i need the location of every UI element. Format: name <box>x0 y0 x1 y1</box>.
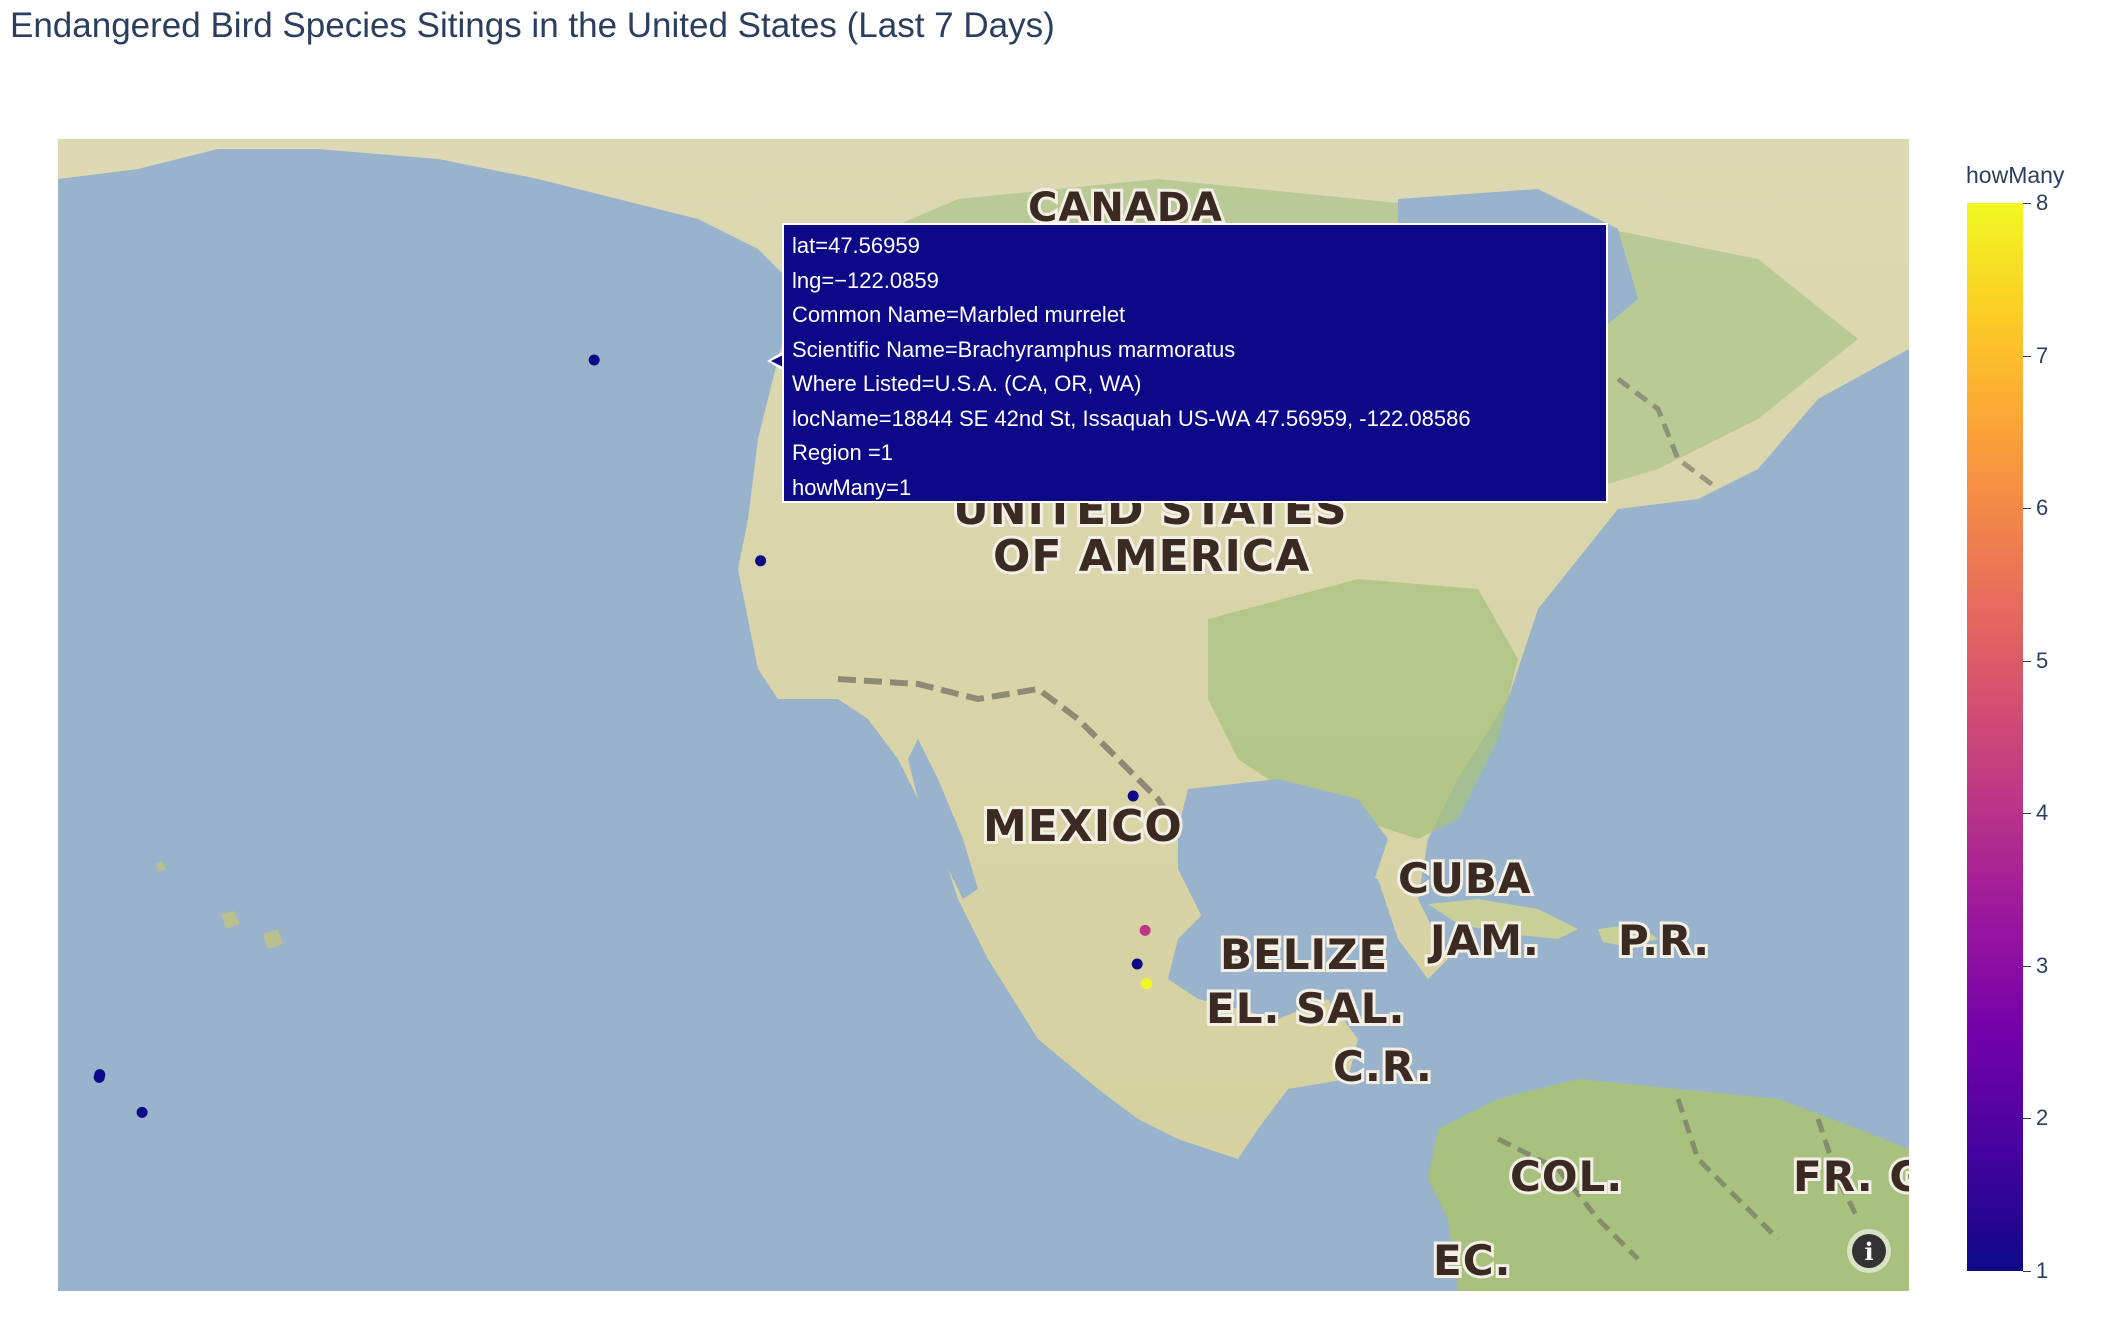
tooltip-common-name: Common Name=Marbled murrelet <box>792 302 1126 327</box>
sighting-point[interactable] <box>1127 790 1139 802</box>
colorbar-tick-label: 1 <box>2036 1258 2049 1283</box>
label-belize: BELIZE <box>1220 930 1388 979</box>
sighting-point[interactable] <box>93 1071 105 1083</box>
colorbar <box>1967 203 2023 1271</box>
colorbar-tick-label: 6 <box>2036 495 2049 521</box>
tooltip-locname: locName=18844 SE 42nd St, Issaquah US-WA… <box>792 405 1471 431</box>
label-mexico: MEXICO <box>983 801 1183 852</box>
sighting-point[interactable] <box>588 354 600 366</box>
tooltip-scientific-name: Scientific Name=Brachyramphus marmoratus <box>792 336 1236 362</box>
label-jamaica: JAM. <box>1427 916 1540 965</box>
label-ecuador: EC. <box>1433 1236 1511 1285</box>
colorbar-tick-label: 4 <box>2036 800 2049 826</box>
colorbar-tick-mark <box>2023 1271 2031 1272</box>
colorbar-tick-label: 8 <box>2036 190 2049 215</box>
sighting-point[interactable] <box>136 1106 148 1118</box>
colorbar-tick-mark <box>2023 813 2031 815</box>
label-el-salvador: EL. SAL. <box>1206 984 1406 1033</box>
colorbar-tick-mark <box>2023 1118 2031 1120</box>
tooltip-howmany: howMany=1 <box>792 474 912 500</box>
label-cuba: CUBA <box>1398 854 1531 903</box>
label-colombia: COL. <box>1510 1152 1623 1201</box>
label-french-guiana: FR. G <box>1793 1152 1909 1201</box>
colorbar-tick-mark <box>2023 965 2031 967</box>
tooltip-where-listed: Where Listed=U.S.A. (CA, OR, WA) <box>792 371 1142 396</box>
colorbar-title: howMany <box>1966 162 2065 188</box>
colorbar-tick-label: 2 <box>2036 1105 2049 1131</box>
info-icon[interactable]: i <box>1852 1234 1886 1268</box>
label-puerto-rico: P.R. <box>1618 916 1710 965</box>
colorbar-tick-mark <box>2023 660 2031 662</box>
chart-title: Endangered Bird Species Sitings in the U… <box>10 6 1055 45</box>
info-button[interactable]: i <box>1847 1229 1891 1273</box>
colorbar-tick-label: 5 <box>2036 647 2049 673</box>
tooltip-lat: lat=47.56959 <box>792 233 920 258</box>
sighting-point[interactable] <box>1141 978 1152 990</box>
colorbar-tick-label: 3 <box>2036 952 2049 978</box>
colorbar-tick-mark <box>2023 203 2031 204</box>
colorbar-tick-mark <box>2023 355 2031 357</box>
colorbar-tick-label: 7 <box>2036 342 2049 368</box>
colorbar-tick-mark <box>2023 508 2031 510</box>
tooltip-lng: lng=−122.0859 <box>792 267 939 293</box>
hawaii-islands <box>156 861 283 949</box>
sighting-point[interactable] <box>1131 958 1143 970</box>
tooltip-region: Region =1 <box>792 440 893 465</box>
sighting-point[interactable] <box>755 555 767 567</box>
sighting-point[interactable] <box>1139 924 1151 936</box>
label-usa-line2: OF AMERICA <box>993 531 1310 582</box>
hover-tooltip: lat=47.56959 lng=−122.0859 Common Name=M… <box>782 223 1608 503</box>
label-costa-rica: C.R. <box>1333 1042 1433 1091</box>
